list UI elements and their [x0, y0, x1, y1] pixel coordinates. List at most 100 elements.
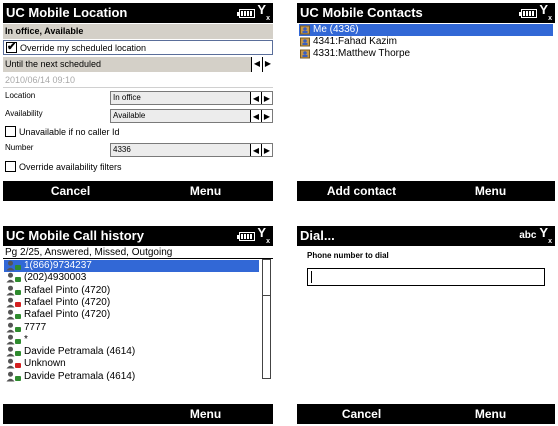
contact-card-icon — [300, 49, 310, 59]
unavailable-label: Unavailable if no caller Id — [19, 127, 120, 137]
dial-screen: Dial... abc Yx Phone number to dial Canc… — [297, 226, 555, 424]
call-history-item[interactable]: (202)4930003 — [4, 272, 259, 284]
contact-item[interactable]: 4331:Matthew Thorpe — [299, 48, 553, 60]
location-selector[interactable]: In office ◀ ▶ — [110, 91, 273, 105]
status-line: In office, Available — [3, 24, 273, 39]
call-history-name: Rafael Pinto (4720) — [24, 309, 111, 321]
contacts-titlebar: UC Mobile Contacts Yx — [297, 3, 555, 23]
dial-title: Dial... — [300, 228, 335, 243]
checkbox-unchecked-icon — [5, 161, 16, 172]
arrow-right-icon[interactable]: ▶ — [261, 144, 272, 156]
location-screen: UC Mobile Location Yx In office, Availab… — [3, 3, 273, 201]
answered-call-icon — [6, 260, 21, 271]
call-history-softkey-bar: Menu — [3, 404, 273, 424]
checkbox-checked-icon — [6, 41, 17, 54]
battery-icon — [237, 8, 256, 18]
call-history-screen: UC Mobile Call history Yx Pg 2/25, Answe… — [3, 226, 273, 424]
call-history-item[interactable]: Rafael Pinto (4720) — [4, 297, 259, 309]
override-filters-label: Override availability filters — [19, 162, 122, 172]
answered-call-icon — [6, 322, 21, 332]
availability-selector[interactable]: Available ◀ ▶ — [110, 109, 273, 123]
call-history-name: 1(866)9734237 — [24, 260, 92, 271]
answered-call-icon — [6, 309, 21, 320]
dial-softkey-bar: Cancel Menu — [297, 404, 555, 424]
availability-value: Available — [113, 111, 146, 120]
override-filters-checkbox[interactable]: Override availability filters — [3, 160, 273, 175]
number-value: 4336 — [113, 145, 131, 154]
scrollbar-thumb[interactable] — [263, 260, 270, 296]
call-history-name: 7777 — [24, 321, 47, 333]
answered-call-icon — [6, 334, 21, 345]
battery-icon — [519, 8, 538, 18]
location-title: UC Mobile Location — [6, 5, 128, 20]
call-history-name: Rafael Pinto (4720) — [24, 284, 111, 296]
arrow-left-icon[interactable]: ◀ — [250, 110, 261, 122]
until-selector[interactable]: Until the next scheduled ◀ ▶ — [3, 57, 273, 72]
arrow-left-icon[interactable]: ◀ — [251, 57, 262, 72]
battery-icon — [237, 231, 256, 241]
contact-card-icon — [300, 37, 310, 47]
signal-icon: Yx — [257, 3, 270, 22]
override-location-label: Override my scheduled location — [20, 43, 147, 53]
location-value: In office — [113, 93, 141, 102]
arrow-right-icon[interactable]: ▶ — [261, 110, 272, 122]
signal-icon: Yx — [539, 3, 552, 22]
arrow-right-icon[interactable]: ▶ — [262, 57, 273, 72]
call-history-name: Davide Petramala (4614) — [24, 370, 136, 382]
call-history-item[interactable]: 7777 — [4, 322, 259, 334]
scrollbar[interactable] — [262, 259, 271, 379]
signal-icon: Yx — [539, 226, 552, 245]
add-contact-button[interactable]: Add contact — [297, 181, 426, 201]
input-mode-indicator: abc — [519, 230, 537, 241]
call-history-name: (202)4930003 — [24, 272, 87, 284]
call-history-item[interactable]: Davide Petramala (4614) — [4, 346, 259, 358]
answered-call-icon — [6, 285, 21, 296]
contact-item[interactable]: Me (4336) — [299, 24, 553, 36]
call-history-item[interactable]: * — [4, 334, 259, 346]
arrow-right-icon[interactable]: ▶ — [261, 92, 272, 104]
call-history-name: Davide Petramala (4614) — [24, 346, 136, 358]
contact-card-icon — [300, 25, 310, 35]
answered-call-icon — [6, 272, 21, 283]
arrow-left-icon[interactable]: ◀ — [250, 92, 261, 104]
contacts-title: UC Mobile Contacts — [300, 5, 423, 20]
menu-button[interactable]: Menu — [426, 181, 555, 201]
contact-name: 4341:Fahad Kazim — [313, 36, 397, 47]
unavailable-checkbox[interactable]: Unavailable if no caller Id — [3, 125, 273, 140]
call-history-name: Unknown — [24, 358, 66, 370]
call-history-item[interactable]: Unknown — [4, 358, 259, 370]
call-history-item[interactable]: Rafael Pinto (4720) — [4, 285, 259, 297]
answered-call-icon — [6, 371, 21, 382]
call-history-item[interactable]: Rafael Pinto (4720) — [4, 309, 259, 321]
phone-number-input[interactable] — [307, 268, 545, 286]
call-history-name: Rafael Pinto (4720) — [24, 296, 111, 308]
contacts-softkey-bar: Add contact Menu — [297, 181, 555, 201]
contacts-screen: UC Mobile Contacts Yx Me (4336) 4341:Fah… — [297, 3, 555, 201]
dial-titlebar: Dial... abc Yx — [297, 226, 555, 246]
dial-prompt: Phone number to dial — [307, 251, 389, 260]
call-history-item[interactable]: Davide Petramala (4614) — [4, 371, 259, 383]
checkbox-unchecked-icon — [5, 126, 16, 137]
location-titlebar: UC Mobile Location Yx — [3, 3, 273, 23]
override-location-checkbox[interactable]: Override my scheduled location — [3, 40, 273, 55]
cancel-button[interactable]: Cancel — [297, 404, 426, 424]
number-label: Number — [5, 143, 34, 152]
contact-item[interactable]: 4341:Fahad Kazim — [299, 36, 553, 48]
contact-name: 4331:Matthew Thorpe — [313, 48, 411, 59]
call-history-item[interactable]: 1(866)9734237 — [4, 260, 259, 272]
until-value: Until the next scheduled — [5, 59, 102, 69]
number-selector[interactable]: 4336 ◀ ▶ — [110, 143, 273, 157]
menu-button[interactable]: Menu — [138, 181, 273, 201]
location-label: Location — [5, 91, 36, 100]
arrow-left-icon[interactable]: ◀ — [250, 144, 261, 156]
cancel-button[interactable]: Cancel — [3, 181, 138, 201]
call-history-titlebar: UC Mobile Call history Yx — [3, 226, 273, 246]
call-history-name: * — [24, 333, 28, 345]
availability-label: Availability — [5, 109, 43, 118]
missed-call-icon — [6, 297, 21, 308]
location-softkey-bar: Cancel Menu — [3, 181, 273, 201]
menu-button[interactable]: Menu — [138, 404, 273, 424]
text-caret — [311, 271, 312, 283]
contact-name: Me (4336) — [313, 24, 359, 35]
menu-button[interactable]: Menu — [426, 404, 555, 424]
